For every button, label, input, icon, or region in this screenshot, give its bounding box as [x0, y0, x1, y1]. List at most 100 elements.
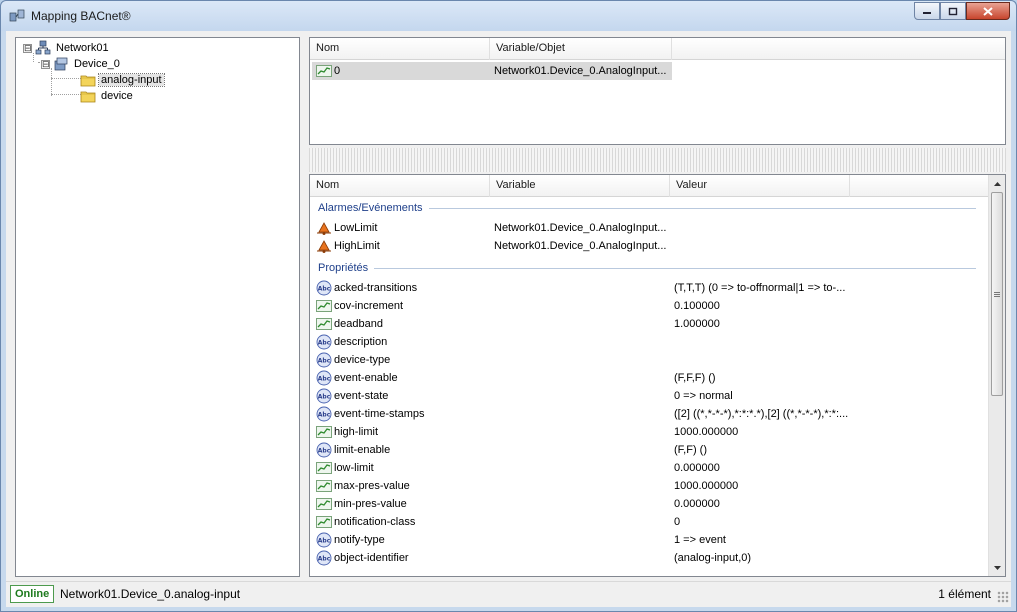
table-row[interactable]: 0 Network01.Device_0.AnalogInput... — [310, 62, 1005, 80]
column-header-valeur[interactable]: Valeur — [670, 175, 850, 197]
abc-icon: Abc — [316, 388, 332, 404]
alarm-bell-icon — [317, 222, 331, 235]
row-valeur: 0.000000 — [674, 498, 720, 510]
collapse-toggle[interactable]: ⊟ — [41, 59, 50, 69]
group-divider — [374, 268, 976, 269]
abc-icon: Abc — [316, 550, 332, 566]
row-nom: device-type — [334, 354, 391, 366]
table-row[interactable]: low-limit 0.000000 — [310, 459, 1005, 477]
vertical-scrollbar[interactable] — [988, 175, 1005, 576]
row-nom: max-pres-value — [334, 480, 410, 492]
arrow-down-icon — [994, 565, 1001, 570]
tree-view[interactable]: ⊟ Network01 ⊟ Device_0 analog-input devi… — [15, 37, 300, 577]
device-icon — [54, 57, 68, 71]
table-row[interactable]: Abc description — [310, 333, 1005, 351]
scroll-down-button[interactable] — [989, 559, 1005, 576]
tree-node-label: analog-input — [98, 73, 165, 87]
table-row[interactable]: Abc object-identifier (analog-input,0) — [310, 549, 1005, 567]
tree-node-device[interactable]: device — [80, 88, 135, 104]
tree-node-analog-input[interactable]: analog-input — [80, 72, 165, 88]
row-valeur: (analog-input,0) — [674, 552, 752, 564]
tree-node-network01[interactable]: ⊟ Network01 — [23, 40, 111, 56]
close-button[interactable] — [966, 2, 1010, 20]
folder-icon — [80, 75, 96, 87]
grip-icon — [994, 291, 1000, 297]
row-nom: event-state — [334, 390, 389, 402]
group-proprietes: Propriétés — [318, 259, 368, 277]
scroll-thumb[interactable] — [991, 192, 1003, 396]
row-valeur: 1 => event — [674, 534, 726, 546]
splitter[interactable] — [309, 148, 1006, 172]
abc-icon: Abc — [316, 370, 332, 386]
row-valeur: (T,T,T) (0 => to-offnormal|1 => to-... — [674, 282, 846, 294]
table-row[interactable]: min-pres-value 0.000000 — [310, 495, 1005, 513]
app-network-icon — [9, 9, 25, 22]
tree-node-device0[interactable]: ⊟ Device_0 — [41, 56, 122, 72]
column-header-nom[interactable]: Nom — [310, 175, 490, 197]
table-row[interactable]: Abc limit-enable (F,F) () — [310, 441, 1005, 459]
table-row[interactable]: Abc event-state 0 => normal — [310, 387, 1005, 405]
abc-icon: Abc — [316, 334, 332, 350]
row-valeur: ([2] ((*,*-*-*),*:*:*.*),[2] ((*,*-*-*),… — [674, 408, 849, 420]
minimize-icon — [923, 12, 931, 14]
row-valeur: (F,F,F) () — [674, 372, 716, 384]
table-row[interactable]: Abc device-type — [310, 351, 1005, 369]
table-row[interactable]: notification-class 0 — [310, 513, 1005, 531]
row-nom: low-limit — [334, 462, 374, 474]
group-label: Propriétés — [318, 262, 369, 274]
resize-grip[interactable] — [997, 591, 1009, 603]
svg-text:Abc: Abc — [318, 286, 331, 293]
svg-text:Abc: Abc — [318, 448, 331, 455]
group-alarmes: Alarmes/Evénements — [318, 199, 423, 217]
folder-icon — [80, 91, 96, 103]
svg-text:Abc: Abc — [318, 412, 331, 419]
group-label: Alarmes/Evénements — [318, 202, 423, 214]
table-row[interactable]: Abc event-enable (F,F,F) () — [310, 369, 1005, 387]
table-row[interactable]: high-limit 1000.000000 — [310, 423, 1005, 441]
analog-icon — [316, 498, 332, 510]
row-valeur: 0.000000 — [674, 462, 720, 474]
properties-list[interactable]: Nom Variable Valeur Alarmes/Evénements Lo… — [309, 174, 1006, 577]
row-nom: high-limit — [334, 426, 379, 438]
minimize-button[interactable] — [914, 2, 940, 20]
list-header: Nom Variable/Objet — [310, 38, 1005, 60]
table-row[interactable]: LowLimit Network01.Device_0.AnalogInput..… — [310, 219, 1005, 237]
collapse-toggle[interactable]: ⊟ — [23, 43, 32, 53]
group-divider — [429, 208, 976, 209]
table-row[interactable]: max-pres-value 1000.000000 — [310, 477, 1005, 495]
status-bar: Online Network01.Device_0.analog-input 1… — [6, 581, 1011, 605]
close-icon — [983, 6, 993, 16]
row-nom: event-time-stamps — [334, 408, 425, 420]
svg-text:Abc: Abc — [318, 340, 331, 347]
row-valeur: 1000.000000 — [674, 426, 739, 438]
online-status-badge: Online — [10, 585, 55, 603]
row-valeur: 1.000000 — [674, 318, 720, 330]
column-header-nom[interactable]: Nom — [310, 38, 490, 60]
row-nom: notification-class — [334, 516, 416, 528]
column-header-variable[interactable]: Variable — [490, 175, 670, 197]
table-row[interactable]: deadband 1.000000 — [310, 315, 1005, 333]
scroll-up-button[interactable] — [989, 175, 1005, 192]
maximize-button[interactable] — [940, 2, 966, 20]
restore-icon — [948, 7, 958, 15]
row-valeur — [674, 351, 854, 369]
table-row[interactable]: Abc notify-type 1 => event — [310, 531, 1005, 549]
column-header-variable-objet[interactable]: Variable/Objet — [490, 38, 672, 60]
table-row[interactable]: Abc event-time-stamps ([2] ((*,*-*-*),*:*:… — [310, 405, 1005, 423]
row-nom: cov-increment — [334, 300, 404, 312]
analog-icon — [316, 462, 332, 474]
table-row[interactable]: HighLimit Network01.Device_0.AnalogInput.… — [310, 237, 1005, 255]
row-nom: description — [334, 336, 388, 348]
title-bar[interactable]: Mapping BACnet® — [1, 1, 1016, 31]
row-valeur: 0.100000 — [674, 300, 720, 312]
app-window: Mapping BACnet® ⊟ Network01 ⊟ Device_0 a… — [0, 0, 1017, 612]
analog-icon — [316, 516, 332, 528]
table-row[interactable]: Abc acked-transitions (T,T,T) (0 => to-off… — [310, 279, 1005, 297]
alarm-bell-icon — [317, 240, 331, 253]
row-variable: Network01.Device_0.AnalogInput... — [494, 240, 667, 252]
objects-list[interactable]: Nom Variable/Objet 0 Network01.Device_0.… — [309, 37, 1006, 145]
table-row[interactable]: cov-increment 0.100000 — [310, 297, 1005, 315]
svg-text:Abc: Abc — [318, 376, 331, 383]
analog-icon — [316, 426, 332, 438]
row-nom: min-pres-value — [334, 498, 407, 510]
